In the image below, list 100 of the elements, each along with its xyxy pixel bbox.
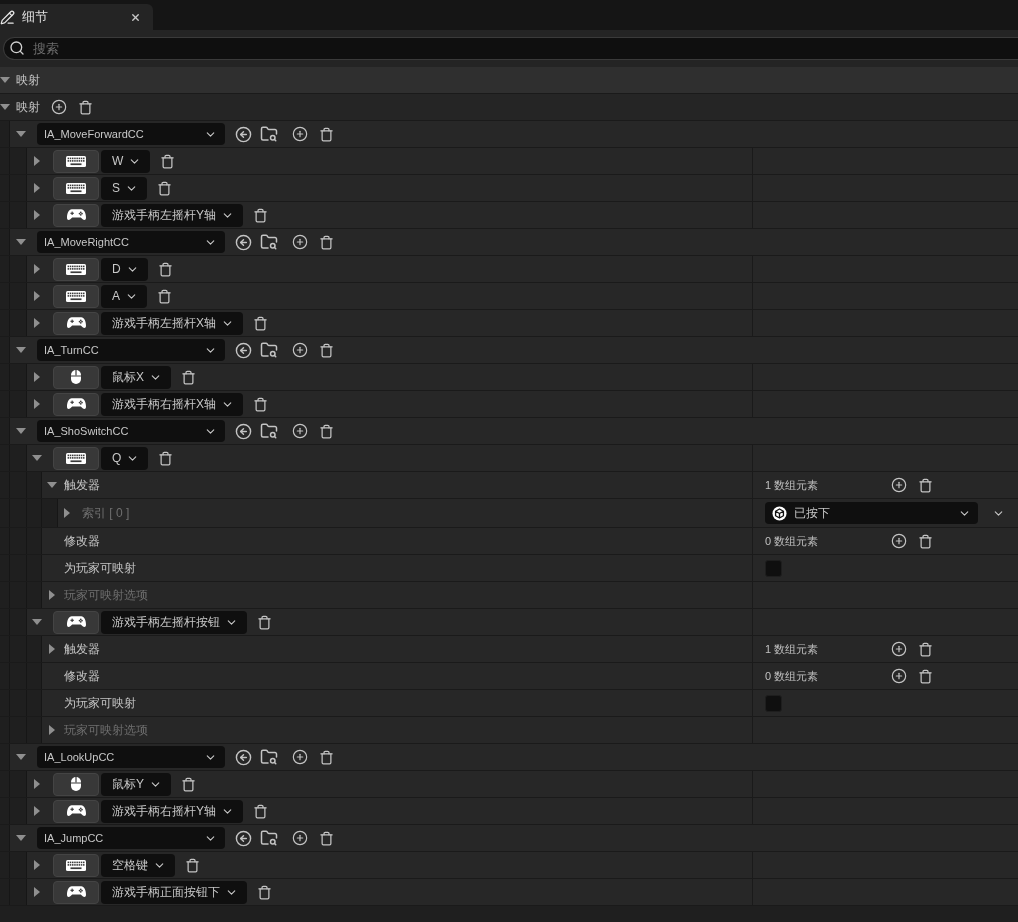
key-type-button[interactable] — [53, 149, 99, 173]
trash-icon[interactable] — [253, 207, 268, 223]
folder-search-icon[interactable] — [260, 125, 278, 143]
caret-right-icon[interactable] — [34, 860, 40, 870]
add-icon[interactable] — [891, 668, 907, 684]
trash-icon[interactable] — [918, 533, 933, 549]
folder-search-icon[interactable] — [260, 233, 278, 251]
add-icon[interactable] — [292, 342, 308, 358]
add-icon[interactable] — [891, 477, 907, 493]
caret-down-icon[interactable] — [16, 428, 26, 434]
caret-down-icon[interactable] — [16, 239, 26, 245]
caret-down-icon[interactable] — [0, 77, 10, 83]
trash-icon[interactable] — [253, 315, 268, 331]
add-icon[interactable] — [292, 234, 308, 250]
folder-search-icon[interactable] — [260, 341, 278, 359]
arrow-left-circle-icon[interactable] — [235, 125, 252, 143]
caret-right-icon[interactable] — [34, 318, 40, 328]
trash-icon[interactable] — [257, 884, 272, 900]
key-dropdown[interactable]: A — [101, 284, 147, 308]
add-icon[interactable] — [891, 533, 907, 549]
trash-icon[interactable] — [181, 369, 196, 385]
trash-icon[interactable] — [253, 803, 268, 819]
arrow-left-circle-icon[interactable] — [235, 233, 252, 251]
arrow-left-circle-icon[interactable] — [235, 422, 252, 440]
action-dropdown[interactable]: IA_JumpCC — [37, 827, 225, 849]
key-dropdown[interactable]: D — [101, 257, 148, 281]
search-field[interactable]: 搜索 — [3, 37, 1018, 60]
action-dropdown[interactable]: IA_TurnCC — [37, 339, 225, 361]
folder-search-icon[interactable] — [260, 829, 278, 847]
key-dropdown[interactable]: 游戏手柄左摇杆按钮 — [101, 610, 247, 634]
key-type-button[interactable] — [53, 610, 99, 634]
checkbox[interactable] — [765, 694, 782, 712]
key-dropdown[interactable]: W — [101, 149, 151, 173]
arrow-left-circle-icon[interactable] — [235, 829, 252, 847]
caret-down-icon[interactable] — [32, 619, 42, 625]
checkbox[interactable] — [765, 559, 782, 577]
folder-search-icon[interactable] — [260, 422, 278, 440]
add-icon[interactable] — [292, 423, 308, 439]
caret-down-icon[interactable] — [16, 347, 26, 353]
caret-right-icon[interactable] — [34, 156, 40, 166]
details-tab[interactable]: 细节 — [0, 4, 153, 30]
trash-icon[interactable] — [918, 641, 933, 657]
trash-icon[interactable] — [160, 153, 176, 169]
caret-right-icon[interactable] — [34, 264, 40, 274]
key-dropdown[interactable]: Q — [101, 446, 149, 470]
caret-right-icon[interactable] — [34, 291, 40, 301]
key-dropdown[interactable]: 游戏手柄右摇杆X轴 — [101, 392, 243, 416]
key-type-button[interactable] — [53, 392, 99, 416]
key-type-button[interactable] — [53, 880, 99, 904]
trash-icon[interactable] — [78, 99, 93, 115]
add-icon[interactable] — [292, 830, 308, 846]
trash-icon[interactable] — [918, 668, 933, 684]
trash-icon[interactable] — [319, 126, 334, 142]
key-dropdown[interactable]: 空格键 — [101, 853, 175, 877]
key-type-button[interactable] — [53, 176, 99, 200]
caret-right-icon[interactable] — [34, 210, 40, 220]
key-type-button[interactable] — [53, 799, 99, 823]
key-dropdown[interactable]: 游戏手柄左摇杆X轴 — [101, 311, 243, 335]
key-dropdown[interactable]: S — [101, 176, 147, 200]
action-dropdown[interactable]: IA_LookUpCC — [37, 746, 225, 768]
arrow-left-circle-icon[interactable] — [235, 748, 252, 766]
action-dropdown[interactable]: IA_ShoSwitchCC — [37, 420, 225, 442]
caret-right-icon[interactable] — [49, 644, 55, 654]
key-type-button[interactable] — [53, 284, 99, 308]
trash-icon[interactable] — [157, 261, 173, 277]
caret-down-icon[interactable] — [0, 104, 10, 110]
trash-icon[interactable] — [157, 180, 172, 196]
category-header[interactable]: 映射 — [0, 67, 1018, 94]
caret-down-icon[interactable] — [16, 754, 26, 760]
key-type-button[interactable] — [53, 257, 99, 281]
key-type-button[interactable] — [53, 446, 99, 470]
caret-down-icon[interactable] — [16, 131, 26, 137]
trash-icon[interactable] — [157, 288, 172, 304]
key-type-button[interactable] — [53, 853, 99, 877]
trash-icon[interactable] — [158, 450, 174, 466]
add-icon[interactable] — [292, 126, 308, 142]
caret-right-icon[interactable] — [34, 183, 40, 193]
key-type-button[interactable] — [53, 365, 99, 389]
action-dropdown[interactable]: IA_MoveRightCC — [37, 231, 225, 253]
caret-right-icon[interactable] — [34, 399, 40, 409]
caret-right-icon[interactable] — [34, 779, 40, 789]
caret-down-icon[interactable] — [16, 835, 26, 841]
key-dropdown[interactable]: 游戏手柄左摇杆Y轴 — [101, 203, 243, 227]
trash-icon[interactable] — [253, 396, 268, 412]
key-dropdown[interactable]: 鼠标X — [101, 365, 171, 389]
arrow-left-circle-icon[interactable] — [235, 341, 252, 359]
action-dropdown[interactable]: IA_MoveForwardCC — [37, 123, 225, 145]
trash-icon[interactable] — [319, 830, 334, 846]
key-dropdown[interactable]: 游戏手柄右摇杆Y轴 — [101, 799, 243, 823]
key-type-button[interactable] — [53, 311, 99, 335]
add-icon[interactable] — [292, 749, 308, 765]
caret-right-icon[interactable] — [34, 887, 40, 897]
trash-icon[interactable] — [181, 776, 196, 792]
trash-icon[interactable] — [257, 614, 272, 630]
add-icon[interactable] — [891, 641, 907, 657]
add-icon[interactable] — [51, 99, 67, 115]
caret-down-icon[interactable] — [32, 455, 42, 461]
trash-icon[interactable] — [319, 234, 334, 250]
folder-search-icon[interactable] — [260, 748, 278, 766]
close-icon[interactable] — [130, 11, 141, 23]
